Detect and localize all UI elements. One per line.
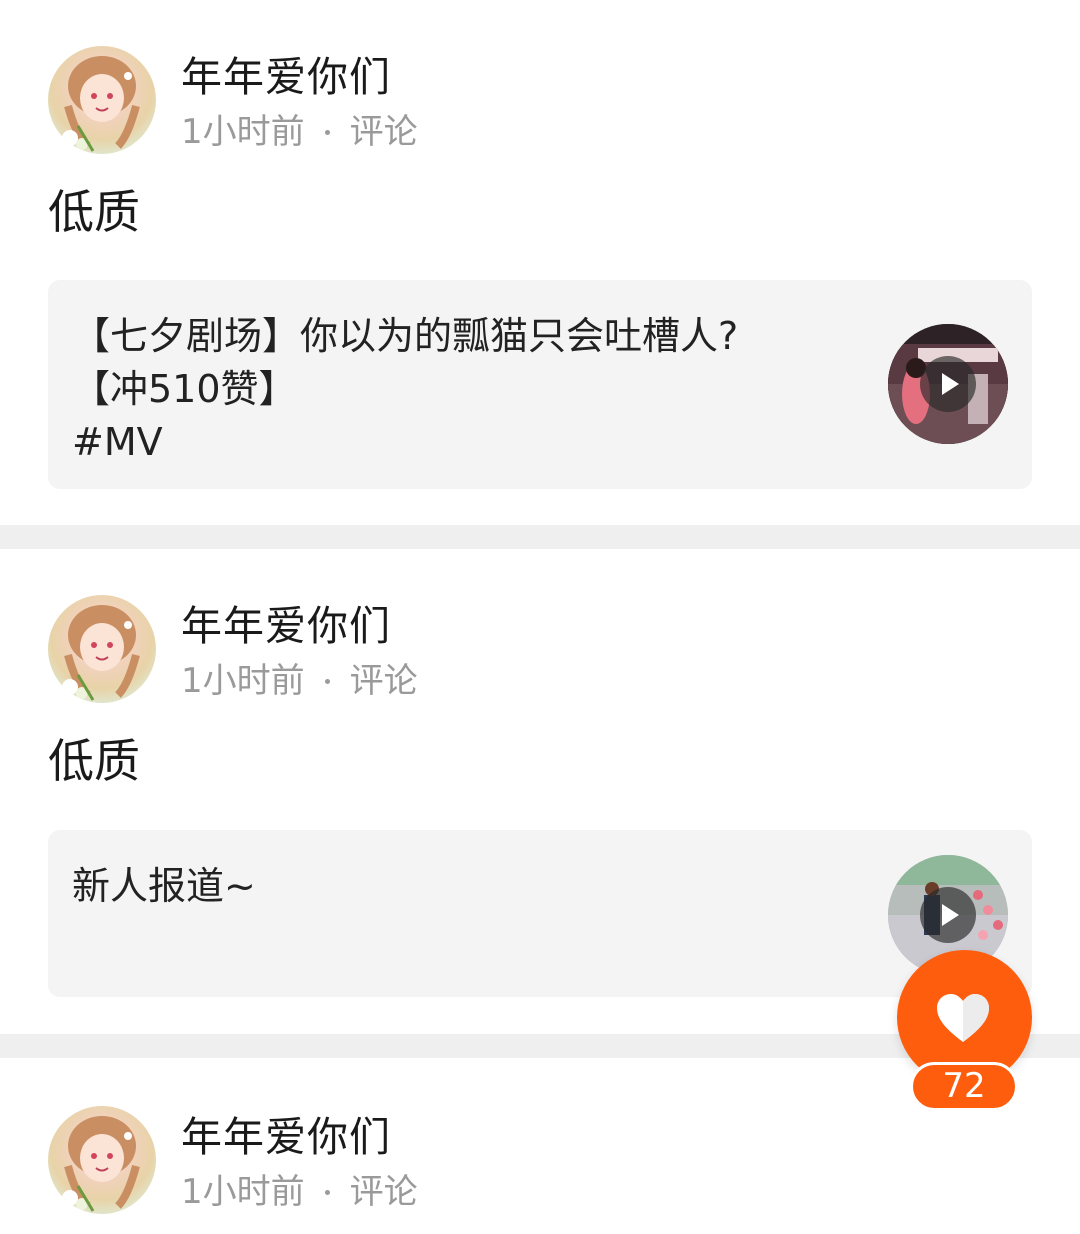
post-meta: 1小时前 评论 xyxy=(181,112,418,152)
post-time: 1小时前 xyxy=(181,112,305,152)
shared-video-card[interactable]: 新人报道~ xyxy=(48,830,1032,997)
user-avatar[interactable] xyxy=(48,1106,156,1214)
post-action: 评论 xyxy=(349,661,418,701)
shared-title-line: #MV xyxy=(72,420,163,464)
post-meta: 1小时前 评论 xyxy=(181,661,418,701)
shared-video-title: 【七夕剧场】你以为的瓢猫只会吐槽人? 【冲510赞】 #MV xyxy=(72,310,862,469)
feed-post: 年年爱你们 1小时前 评论 低质 【七夕剧场】你以为的瓢猫只会吐槽人? 【冲51… xyxy=(0,0,1080,525)
play-icon xyxy=(920,356,976,412)
video-thumbnail[interactable] xyxy=(888,324,1008,444)
heart-icon xyxy=(937,994,989,1042)
post-text: 低质 xyxy=(48,185,140,239)
post-text: 低质 xyxy=(48,734,140,788)
user-avatar[interactable] xyxy=(48,46,156,154)
like-count-badge: 72 xyxy=(910,1062,1018,1111)
shared-title-line: 新人报道~ xyxy=(72,864,256,908)
shared-video-title: 新人报道~ xyxy=(72,860,862,913)
username[interactable]: 年年爱你们 xyxy=(181,601,391,651)
post-meta: 1小时前 评论 xyxy=(181,1172,418,1212)
shared-video-card[interactable]: 【七夕剧场】你以为的瓢猫只会吐槽人? 【冲510赞】 #MV xyxy=(48,280,1032,489)
username[interactable]: 年年爱你们 xyxy=(181,1112,391,1162)
separator-dot xyxy=(324,1189,330,1195)
user-avatar[interactable] xyxy=(48,595,156,703)
feed-post: 年年爱你们 1小时前 评论 低质 新人报道~ xyxy=(0,549,1080,1034)
activity-feed: 年年爱你们 1小时前 评论 低质 【七夕剧场】你以为的瓢猫只会吐槽人? 【冲51… xyxy=(0,0,1080,1234)
post-time: 1小时前 xyxy=(181,661,305,701)
shared-title-line: 【七夕剧场】你以为的瓢猫只会吐槽人? xyxy=(72,314,739,358)
separator-dot xyxy=(324,129,330,135)
post-action: 评论 xyxy=(349,1172,418,1212)
username[interactable]: 年年爱你们 xyxy=(181,52,391,102)
shared-title-line: 【冲510赞】 xyxy=(72,367,297,411)
feed-divider xyxy=(0,525,1080,549)
play-icon xyxy=(920,887,976,943)
separator-dot xyxy=(324,678,330,684)
post-action: 评论 xyxy=(349,112,418,152)
post-time: 1小时前 xyxy=(181,1172,305,1212)
